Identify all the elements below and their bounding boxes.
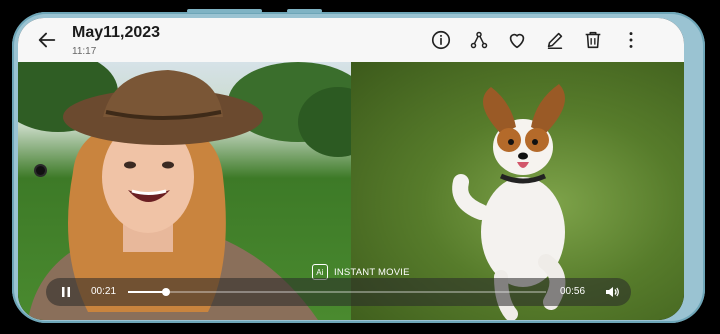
progress-track[interactable]	[128, 288, 546, 296]
photo-time: 11:17	[72, 46, 97, 57]
screen: May11,2023 11:17 Ai INSTANT MOVIE 00:21 …	[18, 18, 684, 320]
progress-fill	[128, 291, 166, 293]
pause-icon[interactable]	[58, 284, 74, 300]
info-icon[interactable]	[430, 29, 452, 51]
back-arrow-icon[interactable]	[36, 29, 58, 51]
top-bar: May11,2023 11:17	[18, 18, 684, 62]
favorite-icon[interactable]	[506, 29, 528, 51]
delete-icon[interactable]	[582, 29, 604, 51]
volume-icon[interactable]	[604, 284, 620, 300]
photo-date-title: May11,2023	[72, 24, 161, 41]
duration-time: 00:56	[560, 286, 586, 297]
current-time: 00:21	[91, 286, 117, 297]
instant-movie-label: INSTANT MOVIE	[334, 266, 410, 278]
power-button	[287, 9, 322, 13]
action-icons	[430, 29, 642, 51]
progress-knob[interactable]	[161, 288, 170, 296]
share-icon[interactable]	[468, 29, 490, 51]
video-player-bar: 00:21 00:56	[46, 278, 631, 306]
volume-button	[187, 9, 262, 13]
edit-icon[interactable]	[544, 29, 566, 51]
front-camera	[36, 166, 45, 175]
more-icon[interactable]	[620, 29, 642, 51]
